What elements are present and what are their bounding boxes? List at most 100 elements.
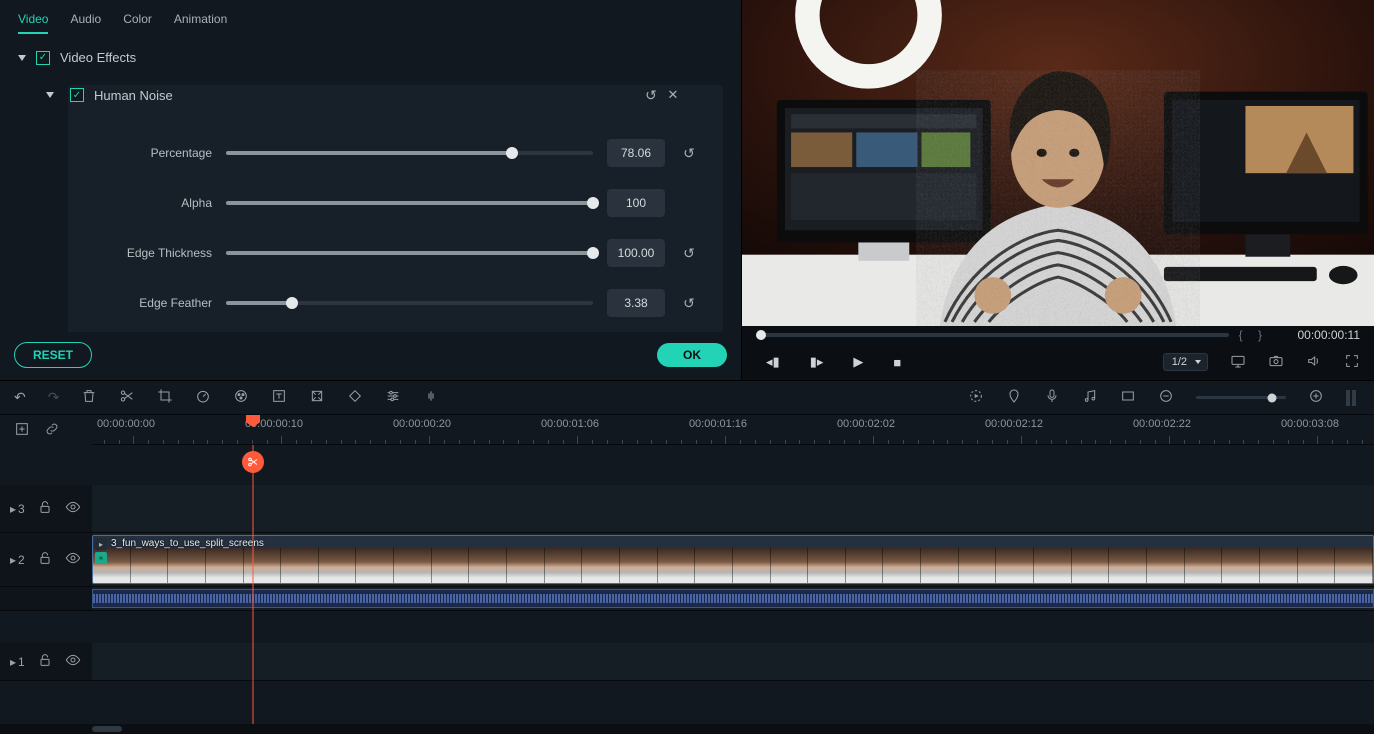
add-track-icon[interactable] (14, 421, 30, 440)
display-settings-icon[interactable] (1230, 353, 1246, 372)
video-effects-title: Video Effects (60, 50, 136, 65)
track-3-lock-icon[interactable] (37, 499, 53, 518)
speed-icon[interactable] (195, 388, 211, 407)
alpha-spacer (679, 193, 699, 213)
marker-braces[interactable]: { } (1239, 328, 1268, 342)
track-2-audio-body[interactable] (92, 587, 1374, 610)
alpha-slider[interactable] (226, 201, 593, 205)
ruler-label: 00:00:02:12 (985, 418, 1043, 430)
tab-animation[interactable]: Animation (174, 12, 227, 34)
edge-thickness-label: Edge Thickness (92, 246, 212, 260)
track-2-number: 2 (18, 553, 25, 567)
track-3-body[interactable] (92, 485, 1374, 532)
inspector-tabs: Video Audio Color Animation (0, 0, 741, 40)
ruler-label: 00:00:02:22 (1133, 418, 1191, 430)
redo-icon[interactable]: ↷ (48, 389, 60, 406)
preview-panel: { } 00:00:00:11 ◂▮ ▮▸ ▶ ■ 1/2 (742, 0, 1374, 380)
ruler-label: 00:00:03:08 (1281, 418, 1339, 430)
ruler-label: 00:00:02:02 (837, 418, 895, 430)
prev-frame-button[interactable]: ◂▮ (766, 354, 780, 370)
reset-button[interactable]: RESET (14, 342, 92, 368)
edge-thickness-slider[interactable] (226, 251, 593, 255)
audio-mixer-icon[interactable] (1082, 388, 1098, 407)
ok-button[interactable]: OK (657, 343, 727, 367)
edge-feather-label: Edge Feather (92, 296, 212, 310)
marker-icon[interactable] (1006, 388, 1022, 407)
ruler-label: 00:00:01:06 (541, 418, 599, 430)
voiceover-icon[interactable] (1044, 388, 1060, 407)
track-3-eye-icon[interactable] (65, 499, 81, 518)
playhead-line (253, 445, 254, 724)
alpha-value[interactable]: 100 (607, 189, 665, 217)
tab-video[interactable]: Video (18, 12, 48, 34)
play-pause-button[interactable]: ▮▸ (810, 354, 824, 370)
video-clip[interactable]: ▸ ✶ 3_fun_ways_to_use_split_screens (92, 535, 1374, 584)
preview-scrubber[interactable] (756, 333, 1229, 337)
play-button[interactable]: ▶ (853, 354, 863, 370)
edge-thickness-reset-icon[interactable] (679, 243, 699, 263)
render-icon[interactable] (968, 388, 984, 407)
track-3-number: 3 (18, 502, 25, 516)
playhead-scissors-icon[interactable] (242, 451, 264, 473)
effect-reset-icon[interactable] (641, 85, 661, 105)
percentage-value[interactable]: 78.06 (607, 139, 665, 167)
video-effects-checkbox[interactable]: ✓ (36, 51, 50, 65)
tracks-area: ▸3 ▸2 ▸ ✶ 3_fun_ways_to_use_split_screen… (0, 445, 1374, 724)
fullscreen-icon[interactable] (1344, 353, 1360, 372)
keyframe-icon[interactable] (347, 388, 363, 407)
crop-icon[interactable] (157, 388, 173, 407)
tab-audio[interactable]: Audio (70, 12, 101, 34)
track-2-body[interactable]: ▸ ✶ 3_fun_ways_to_use_split_screens (92, 533, 1374, 586)
clip-play-icon: ▸ (95, 538, 107, 550)
adjust-icon[interactable] (385, 388, 401, 407)
timeline-hscroll[interactable] (0, 724, 1374, 734)
track-height-icon[interactable] (1346, 390, 1360, 406)
audio-tools-icon[interactable] (423, 388, 439, 407)
thumbnail-toggle-icon[interactable] (1120, 388, 1136, 407)
alpha-label: Alpha (92, 196, 212, 210)
percentage-reset-icon[interactable] (679, 143, 699, 163)
preview-zoom-select[interactable]: 1/2 (1163, 353, 1208, 371)
video-effects-section-header[interactable]: ✓ Video Effects (18, 50, 723, 65)
timeline-hscroll-thumb[interactable] (92, 726, 122, 732)
text-icon[interactable] (271, 388, 287, 407)
ruler-label: 00:00:00:00 (97, 418, 155, 430)
track-2-eye-icon[interactable] (65, 550, 81, 569)
zoom-in-icon[interactable] (1308, 388, 1324, 407)
link-icon[interactable] (44, 421, 60, 440)
undo-icon[interactable]: ↶ (14, 389, 26, 406)
timeline-ruler[interactable]: 00:00:00:0000:00:00:1000:00:00:2000:00:0… (92, 415, 1374, 445)
audio-waveform[interactable] (92, 589, 1374, 608)
human-noise-checkbox[interactable]: ✓ (70, 88, 84, 102)
track-1-number: 1 (18, 655, 25, 669)
timeline-panel: ↶ ↷ (0, 380, 1374, 734)
track-1-body[interactable] (92, 643, 1374, 680)
track-1-lock-icon[interactable] (37, 652, 53, 671)
clip-fx-icon: ✶ (95, 552, 107, 564)
preview-timecode: 00:00:00:11 (1278, 328, 1360, 342)
zoom-out-icon[interactable] (1158, 388, 1174, 407)
track-1-eye-icon[interactable] (65, 652, 81, 671)
snapshot-icon[interactable] (1268, 353, 1284, 372)
track-2-lock-icon[interactable] (37, 550, 53, 569)
stop-button[interactable]: ■ (893, 355, 901, 370)
edge-feather-value[interactable]: 3.38 (607, 289, 665, 317)
track-2-audio-head (0, 587, 92, 610)
delete-icon[interactable] (81, 388, 97, 407)
clip-name: 3_fun_ways_to_use_split_screens (111, 538, 264, 549)
inspector-panel: Video Audio Color Animation ✓ Video Effe… (0, 0, 742, 380)
edge-thickness-value[interactable]: 100.00 (607, 239, 665, 267)
preview-viewport[interactable] (742, 0, 1374, 326)
human-noise-params: Percentage 78.06 Alpha (68, 119, 723, 332)
color-icon[interactable] (233, 388, 249, 407)
edge-feather-reset-icon[interactable] (679, 293, 699, 313)
effect-remove-icon[interactable] (663, 85, 683, 105)
edge-feather-slider[interactable] (226, 301, 593, 305)
caret-down-icon (46, 92, 54, 98)
timeline-zoom-slider[interactable] (1196, 396, 1286, 399)
split-icon[interactable] (119, 388, 135, 407)
volume-icon[interactable] (1306, 353, 1322, 372)
percentage-slider[interactable] (226, 151, 593, 155)
fit-icon[interactable] (309, 388, 325, 407)
tab-color[interactable]: Color (123, 12, 152, 34)
